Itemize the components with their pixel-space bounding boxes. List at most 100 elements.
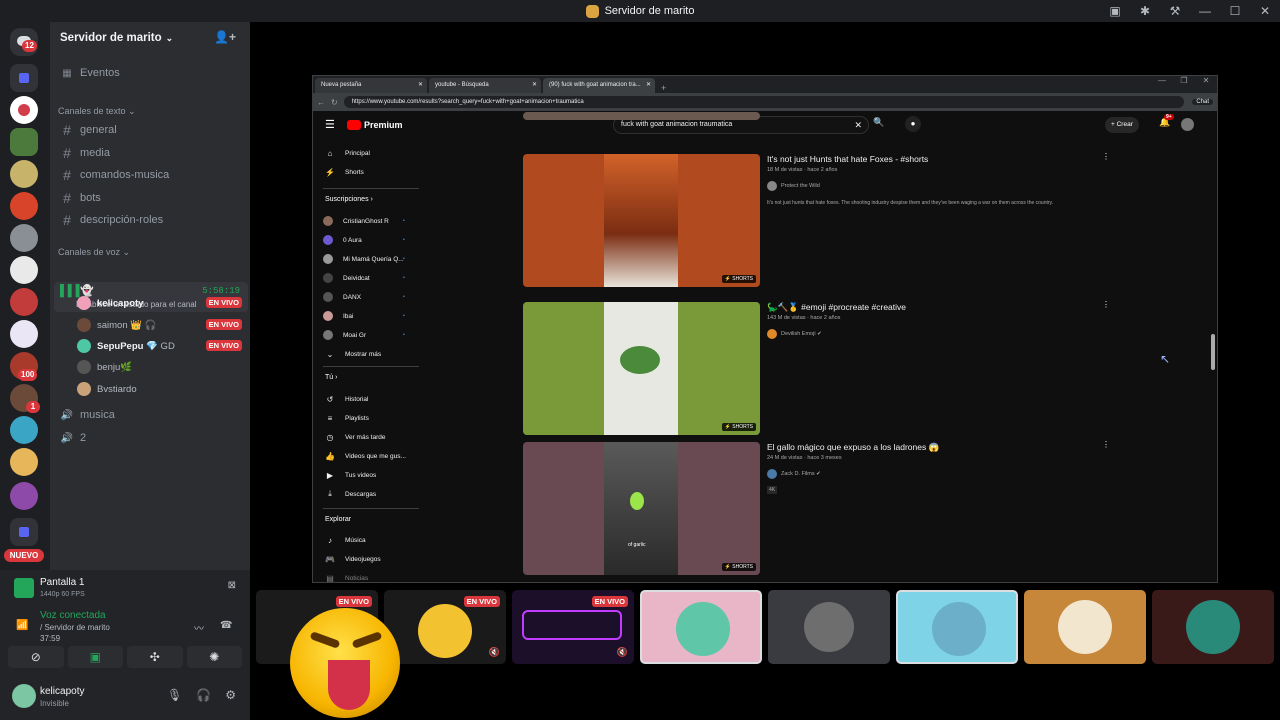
stream-tile-2[interactable]: EN VIVO 🔇: [384, 590, 506, 664]
video-thumbnail[interactable]: ⚡ SHORTS: [523, 302, 760, 435]
participant-tile-5[interactable]: [1152, 590, 1274, 664]
sub-item[interactable]: CristianGhost R •: [323, 214, 405, 228]
inbox-icon[interactable]: ▣: [1100, 4, 1130, 18]
server-avatar-8[interactable]: [10, 320, 38, 348]
voice-server-label[interactable]: / Servidor de marito: [40, 623, 110, 632]
voice-user[interactable]: saimon 👑 🎧 EN VIVO: [77, 315, 242, 335]
participant-tile-1[interactable]: [640, 590, 762, 664]
you-heading[interactable]: Tú ›: [325, 374, 337, 381]
sub-item[interactable]: Ibai •: [323, 309, 405, 323]
video-title[interactable]: 🦕🔨🥇 #emoji #procreate #creative: [767, 302, 906, 313]
nav-your-videos[interactable]: ▶ Tus videos: [323, 468, 376, 482]
nav-downloads[interactable]: ⤓ Descargas: [323, 487, 376, 501]
reload-icon[interactable]: ↻: [331, 98, 338, 107]
voice-user[interactable]: Bvstiardo: [77, 379, 242, 399]
maximize-button[interactable]: ☐: [1220, 4, 1250, 18]
minimize-button[interactable]: —: [1190, 4, 1220, 18]
server-avatar-11[interactable]: [10, 416, 38, 444]
more-options-icon[interactable]: ⋮: [1102, 152, 1110, 161]
close-icon[interactable]: ✕: [418, 81, 423, 88]
video-thumbnail-prev[interactable]: [523, 112, 760, 120]
folder-icon[interactable]: [10, 64, 38, 92]
nav-games[interactable]: 🎮 Videojuegos: [323, 552, 381, 566]
hamburger-icon[interactable]: ☰: [325, 118, 335, 131]
participant-tile-2[interactable]: [768, 590, 890, 664]
voice-category[interactable]: Canales de voz ⌄: [58, 247, 130, 258]
voice-channel-musica[interactable]: 🔊 musica: [58, 405, 242, 425]
signal-icon[interactable]: 📶: [16, 620, 28, 631]
scrollbar-thumb[interactable]: [1211, 334, 1215, 370]
close-icon[interactable]: ✕: [532, 81, 537, 88]
text-category[interactable]: Canales de texto ⌄: [58, 106, 136, 117]
server-avatar-13[interactable]: [10, 482, 38, 510]
participant-tile-3[interactable]: [896, 590, 1018, 664]
server-avatar-3[interactable]: [10, 160, 38, 188]
server-header[interactable]: Servidor de marito ⌄ 👤+: [50, 22, 250, 54]
video-title[interactable]: It's not just Hunts that hate Foxes - #s…: [767, 154, 928, 164]
soundboard-button[interactable]: ✺: [186, 646, 242, 668]
sub-item[interactable]: Mi Mamá Quería Q... •: [323, 252, 405, 266]
voice-channel-2[interactable]: 🔊 2: [58, 428, 242, 448]
nav-historial[interactable]: ↺ Historial: [323, 392, 369, 406]
close-icon[interactable]: ✕: [1195, 76, 1217, 85]
more-options-icon[interactable]: ⋮: [1102, 300, 1110, 309]
close-button[interactable]: ✕: [1250, 4, 1280, 18]
back-icon[interactable]: ←: [317, 98, 325, 107]
channel-comandos-musica[interactable]: # comandos-musica: [58, 165, 242, 185]
nav-watch-later[interactable]: ◷ Ver más tarde: [323, 430, 386, 444]
nav-liked[interactable]: 👍 Videos que me gus...: [323, 449, 406, 463]
show-more[interactable]: ⌄ Mostrar más: [323, 347, 381, 361]
channel-general[interactable]: # general: [58, 120, 242, 140]
gear-icon[interactable]: ⚙: [225, 688, 236, 702]
chat-button[interactable]: Chat: [1192, 99, 1213, 105]
video-title[interactable]: El gallo mágico que expuso a los ladrone…: [767, 442, 939, 453]
screen-share-card[interactable]: Pantalla 1 1440p 60 FPS ⊠: [8, 574, 242, 604]
events-item[interactable]: ▦ Eventos: [58, 63, 242, 83]
mic-icon[interactable]: 🎙: [167, 688, 182, 702]
create-button[interactable]: + Crear: [1105, 117, 1139, 133]
nav-playlists[interactable]: ≡ Playlists: [323, 411, 369, 425]
tools-icon[interactable]: ⚒: [1160, 4, 1190, 18]
url-field[interactable]: https://www.youtube.com/results?search_q…: [343, 96, 1185, 108]
user-name[interactable]: kelicapoty: [40, 686, 84, 697]
channel-bots[interactable]: # bots: [58, 188, 242, 208]
invite-icon[interactable]: 👤+: [214, 30, 236, 44]
youtube-logo[interactable]: Premium: [347, 120, 403, 130]
restore-icon[interactable]: ❐: [1173, 76, 1195, 85]
video-thumbnail[interactable]: ⚡ SHORTS: [523, 154, 760, 287]
headphones-icon[interactable]: 🎧: [196, 688, 211, 702]
avatar[interactable]: [1181, 118, 1194, 131]
video-thumbnail[interactable]: of garlic ⚡ SHORTS: [523, 442, 760, 575]
nav-principal[interactable]: ⌂ Principal: [323, 146, 370, 160]
subs-heading[interactable]: Suscripciones ›: [325, 196, 373, 203]
sub-item[interactable]: 0 Aura •: [323, 233, 405, 247]
share-screen-button[interactable]: ▣: [67, 646, 123, 668]
search-icon[interactable]: 🔍: [873, 117, 884, 128]
channel-descripcion-roles[interactable]: # descripción-roles: [58, 210, 242, 230]
camera-off-button[interactable]: ⊘: [8, 646, 64, 668]
server-avatar-4[interactable]: [10, 192, 38, 220]
new-tab-icon[interactable]: +: [661, 83, 666, 93]
activities-button[interactable]: ✣: [127, 646, 183, 668]
server-avatar-2[interactable]: [10, 128, 38, 156]
avatar[interactable]: [12, 684, 36, 708]
nav-shorts[interactable]: ⚡ Shorts: [323, 165, 364, 179]
sub-item[interactable]: Deividcat •: [323, 271, 405, 285]
sub-item[interactable]: Moai Gr •: [323, 328, 405, 342]
voice-user[interactable]: benju 🌿: [77, 357, 242, 377]
nav-music[interactable]: ♪ Música: [323, 533, 366, 547]
video-channel[interactable]: Zack D. Films ✔: [767, 469, 821, 479]
noise-suppression-icon[interactable]: 〰: [194, 620, 204, 635]
bell-icon[interactable]: 🔔 9+: [1159, 114, 1174, 128]
server-avatar-6[interactable]: [10, 256, 38, 284]
video-channel[interactable]: Protect the Wild: [767, 181, 820, 191]
close-icon[interactable]: ✕: [646, 81, 651, 88]
sub-item[interactable]: DANX •: [323, 290, 405, 304]
disconnect-icon[interactable]: ☎: [220, 620, 232, 631]
server-avatar-5[interactable]: [10, 224, 38, 252]
new-badge[interactable]: NUEVO: [4, 549, 44, 562]
minimize-icon[interactable]: —: [1151, 76, 1173, 85]
clear-icon[interactable]: ✕: [854, 117, 862, 133]
participant-tile-4[interactable]: [1024, 590, 1146, 664]
stop-share-icon[interactable]: ⊠: [228, 580, 236, 591]
